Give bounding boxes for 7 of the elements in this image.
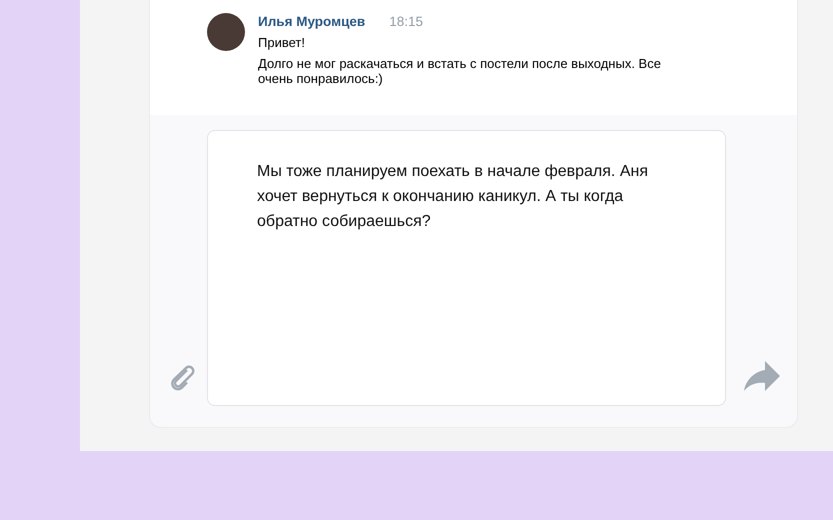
message-time: 18:15 — [389, 14, 423, 29]
message-input[interactable]: Мы тоже планируем поехать в начале февраля. Аня хочет вернуться к окончанию каникул. А ты когда обратно собираешься? — [207, 130, 726, 406]
avatar-placeholder — [207, 13, 245, 51]
message-text: Привет! — [258, 35, 306, 50]
message-text: Долго не мог раскачаться и встать с постели после выходных. Все очень понравилось:) — [258, 56, 662, 86]
author-name[interactable]: Илья Муромцев — [258, 14, 366, 29]
forward-arrow-icon[interactable] — [742, 360, 780, 393]
